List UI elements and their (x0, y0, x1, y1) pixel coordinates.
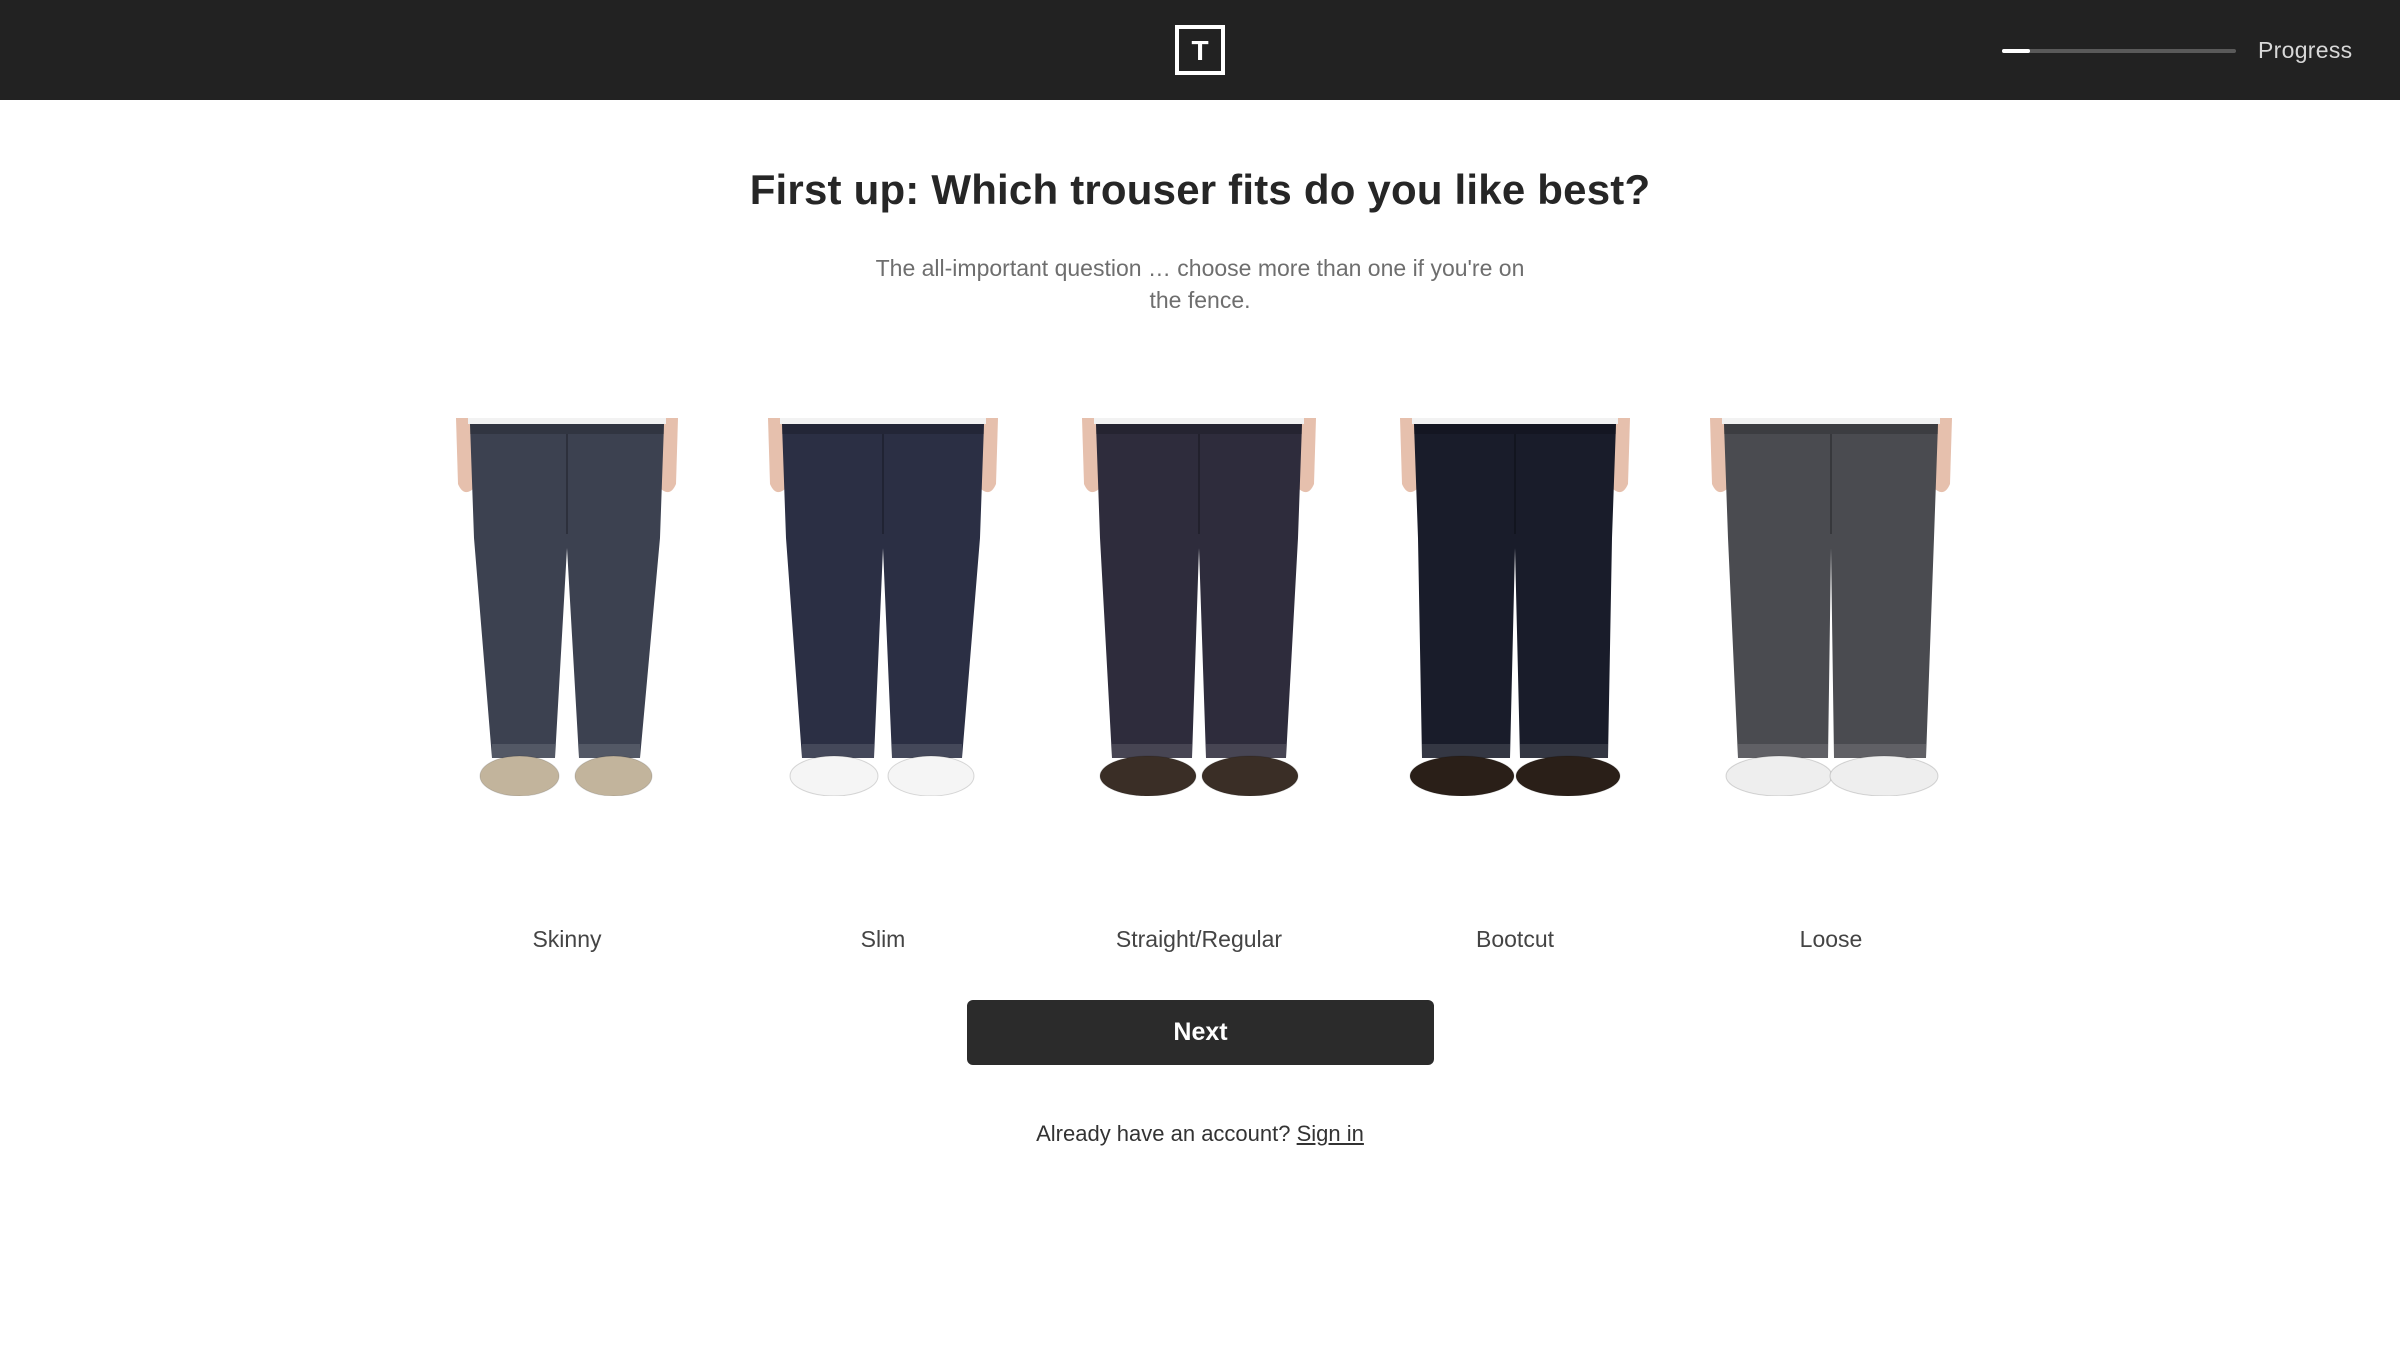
logo[interactable]: T (1175, 25, 1225, 75)
fit-option[interactable]: Bootcut (1370, 418, 1660, 978)
page-subtitle: The all-important question … choose more… (875, 255, 1525, 313)
signin-prompt: Already have an account? (1036, 1121, 1291, 1146)
fit-option[interactable]: Straight/Regular (1054, 418, 1344, 978)
fit-options: Skinny Slim Straight/Regular Bootcut Loose (0, 418, 2400, 978)
jeans-image (738, 418, 1028, 796)
fit-option[interactable]: Skinny (422, 418, 712, 978)
jeans-image (1370, 418, 1660, 796)
logo-letter-icon: T (1191, 35, 1208, 66)
jeans-image (1686, 418, 1976, 796)
svg-text:T: T (1191, 35, 1208, 66)
fit-label: Loose (1799, 926, 1863, 952)
fit-label: Slim (860, 926, 906, 952)
main-content: First up: Which trouser fits do you like… (0, 100, 2400, 1353)
fit-label: Straight/Regular (1115, 926, 1283, 952)
progress-label: Progress (2258, 37, 2353, 63)
signin-row: Already have an account? Sign in (0, 1121, 2400, 1147)
jeans-image (422, 418, 712, 796)
progress-bar (2002, 49, 2236, 53)
jeans-image (1054, 418, 1344, 796)
progress-fill (2002, 49, 2031, 53)
top-bar: T Progress (0, 0, 2400, 100)
fit-option[interactable]: Loose (1686, 418, 1976, 978)
page-title: First up: Which trouser fits do you like… (749, 166, 1651, 213)
fit-label: Bootcut (1476, 926, 1554, 952)
fit-label: Skinny (532, 926, 602, 952)
fit-option[interactable]: Slim (738, 418, 1028, 978)
next-button[interactable]: Next (967, 1000, 1434, 1065)
signin-link[interactable]: Sign in (1297, 1121, 1364, 1146)
